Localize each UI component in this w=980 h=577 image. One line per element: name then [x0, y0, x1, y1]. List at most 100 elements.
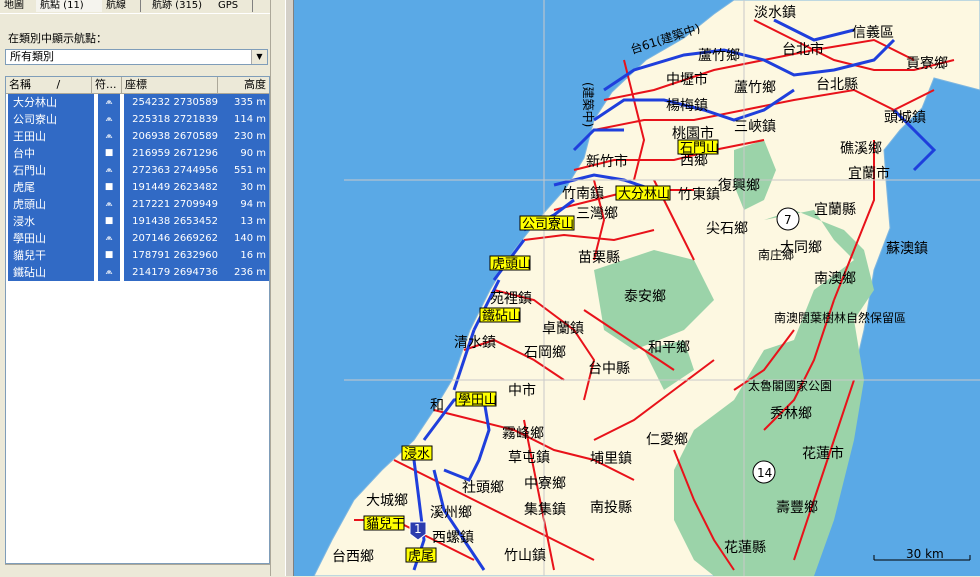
- map-label: 台中縣: [588, 361, 630, 377]
- map-label: 中市: [508, 382, 536, 399]
- waypoint-name: 鐵砧山: [8, 264, 94, 281]
- waypoint-elevation: 114 m: [220, 111, 269, 128]
- map-label: 蘆竹鄉: [698, 48, 740, 64]
- waypoint-row[interactable]: 虎尾 ■ 191449 2623482 30 m: [6, 179, 269, 196]
- highway-label: (建築中): [581, 82, 596, 127]
- chevron-down-icon[interactable]: ▼: [251, 50, 267, 64]
- map-label: 苗栗縣: [578, 250, 620, 266]
- waypoint-name: 浸水: [8, 213, 94, 230]
- map-label: 三灣鄉: [576, 206, 618, 222]
- map-label: 秀林鄉: [770, 406, 812, 422]
- waypoint-elevation: 16 m: [220, 247, 269, 264]
- map-label: 石岡鄉: [524, 345, 566, 361]
- panel-tabs: 地圖 航點 (11) 航線 航跡 (315) GPS: [0, 0, 285, 14]
- map-label: 壽豐鄉: [776, 500, 818, 516]
- map-label: 社頭鄉: [462, 480, 504, 496]
- waypoint-list[interactable]: 名稱 / 符... 座標 高度 大分林山 ⩕ 254232 2730589 335 m…: [5, 76, 270, 564]
- waypoint-coord: 206938 2670589: [124, 128, 220, 145]
- waypoint-coord: 214179 2694736: [124, 264, 220, 281]
- map-canvas[interactable]: 淡水鎮 信義區 台北市 台北縣 貢寮鄉 頭城鎮 礁溪鄉 宜蘭市 宜蘭縣 蘇澳鎮 …: [294, 0, 980, 576]
- waypoint-row[interactable]: 大分林山 ⩕ 254232 2730589 335 m: [6, 94, 269, 111]
- tab-routes[interactable]: 航線: [102, 0, 141, 12]
- map-view[interactable]: 淡水鎮 信義區 台北市 台北縣 貢寮鄉 頭城鎮 礁溪鄉 宜蘭市 宜蘭縣 蘇澳鎮 …: [294, 0, 980, 576]
- map-label: 南澳闊葉樹林自然保留區: [774, 310, 906, 325]
- panel-splitter[interactable]: [285, 0, 294, 576]
- map-label: 台北縣: [816, 77, 858, 93]
- waypoint-row[interactable]: 鐵砧山 ⩕ 214179 2694736 236 m: [6, 264, 269, 281]
- waypoint-tag-label: 大分林山: [618, 187, 670, 202]
- waypoint-tag-label: 虎尾: [408, 549, 434, 564]
- waypoint-coord: 191438 2653452: [124, 213, 220, 230]
- waypoints-panel: 地圖 航點 (11) 航線 航跡 (315) GPS 在類別中顯示航點： 所有類…: [0, 0, 286, 577]
- waypoint-coord: 217221 2709949: [124, 196, 220, 213]
- map-label: 尖石鄉: [706, 221, 748, 237]
- waypoint-name: 公司寮山: [8, 111, 94, 128]
- waypoint-elevation: 551 m: [220, 162, 269, 179]
- map-label: 桃園市: [672, 125, 714, 142]
- square-icon: ■: [98, 179, 120, 196]
- waypoint-tag-label: 石門山: [680, 141, 719, 156]
- map-label: 新竹市: [586, 153, 628, 170]
- waypoint-row[interactable]: 石門山 ⩕ 272363 2744956 551 m: [6, 162, 269, 179]
- tab-map[interactable]: 地圖: [0, 0, 37, 12]
- column-header-name[interactable]: 名稱 /: [6, 77, 92, 93]
- tab-waypoints[interactable]: 航點 (11): [36, 0, 105, 12]
- map-label: 苑裡鎮: [490, 291, 532, 307]
- map-label: 台北市: [782, 41, 824, 58]
- route-number: 1: [414, 522, 422, 536]
- square-icon: ■: [98, 247, 120, 264]
- waypoint-coord: 254232 2730589: [124, 94, 220, 111]
- map-label: 淡水鎮: [754, 5, 796, 21]
- vertical-scrollbar[interactable]: [270, 0, 286, 576]
- waypoint-name: 台中: [8, 145, 94, 162]
- waypoint-row[interactable]: 學田山 ⩕ 207146 2669262 140 m: [6, 230, 269, 247]
- sort-arrow-icon: /: [56, 78, 61, 91]
- waypoint-name: 虎尾: [8, 179, 94, 196]
- square-icon: ■: [98, 213, 120, 230]
- waypoint-name: 貓兒干: [8, 247, 94, 264]
- waypoint-coord: 225318 2721839: [124, 111, 220, 128]
- mountain-icon: ⩕: [98, 162, 120, 179]
- category-select[interactable]: 所有類別 ▼: [5, 49, 268, 65]
- waypoint-elevation: 230 m: [220, 128, 269, 145]
- map-label: 南投縣: [590, 500, 632, 516]
- column-header-coord[interactable]: 座標: [122, 77, 218, 93]
- tab-tracks[interactable]: 航跡 (315): [148, 0, 217, 12]
- waypoint-tag-label: 鐵砧山: [482, 308, 521, 324]
- waypoint-tag-label: 貓兒干: [366, 517, 405, 532]
- column-header-elevation[interactable]: 高度: [218, 77, 269, 93]
- waypoint-row[interactable]: 台中 ■ 216959 2671296 90 m: [6, 145, 269, 162]
- waypoint-row[interactable]: 公司寮山 ⩕ 225318 2721839 114 m: [6, 111, 269, 128]
- waypoint-row[interactable]: 貓兒干 ■ 178791 2632960 16 m: [6, 247, 269, 264]
- horizontal-scrollbar[interactable]: [5, 564, 270, 577]
- map-label: 信義區: [852, 24, 894, 41]
- map-label: 集集鎮: [524, 501, 566, 518]
- waypoint-row[interactable]: 浸水 ■ 191438 2653452 13 m: [6, 213, 269, 230]
- map-label: 和: [430, 398, 444, 414]
- waypoint-coord: 272363 2744956: [124, 162, 220, 179]
- waypoint-coord: 216959 2671296: [124, 145, 220, 162]
- map-label: 和平鄉: [648, 340, 690, 356]
- map-label: 復興鄉: [718, 177, 760, 194]
- scale-label: 30 km: [906, 547, 944, 561]
- mountain-icon: ⩕: [98, 111, 120, 128]
- waypoint-elevation: 90 m: [220, 145, 269, 162]
- waypoint-row[interactable]: 王田山 ⩕ 206938 2670589 230 m: [6, 128, 269, 145]
- list-header: 名稱 / 符... 座標 高度: [6, 77, 269, 94]
- map-label: 花蓮縣: [724, 540, 766, 556]
- waypoint-row[interactable]: 虎頭山 ⩕ 217221 2709949 94 m: [6, 196, 269, 213]
- map-label: 蘆竹鄉: [734, 80, 776, 96]
- map-label: 西螺鎮: [432, 530, 474, 546]
- map-label: 竹東鎮: [678, 187, 720, 203]
- map-label: 竹南鎮: [562, 186, 604, 202]
- column-header-symbol[interactable]: 符...: [92, 77, 122, 93]
- category-filter-label: 在類別中顯示航點：: [8, 32, 107, 45]
- waypoint-tag-label: 學田山: [458, 393, 497, 408]
- map-label: 宜蘭市: [848, 165, 890, 182]
- map-label: 貢寮鄉: [906, 55, 948, 72]
- tab-gps[interactable]: GPS: [214, 0, 253, 12]
- waypoint-elevation: 140 m: [220, 230, 269, 247]
- route-number: 14: [757, 466, 772, 480]
- map-label: 卓蘭鎮: [542, 321, 584, 337]
- column-name-label: 名稱: [9, 78, 31, 91]
